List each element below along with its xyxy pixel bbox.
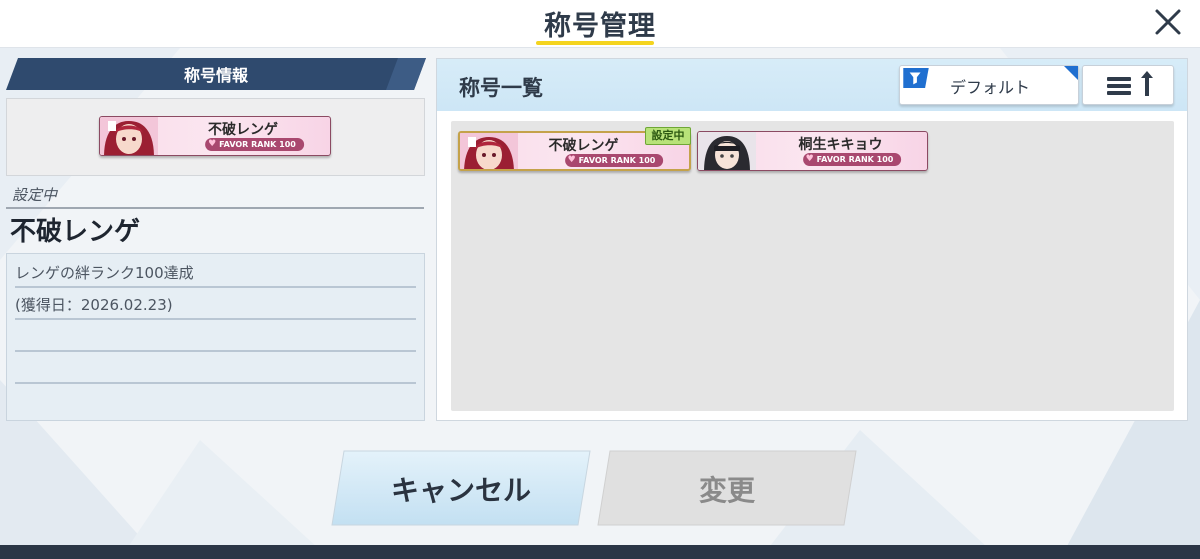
sort-icon	[1107, 71, 1153, 96]
corner-marker	[1064, 66, 1078, 80]
current-title-name: 不破レンゲ	[10, 217, 141, 247]
sort-button[interactable]	[1082, 65, 1174, 105]
change-button[interactable]: 変更	[596, 449, 858, 527]
title-preview-box: 不破レンゲ ♥ FAVOR RANK 100	[6, 98, 425, 176]
title-list-area: 不破レンゲ ♥ FAVOR RANK 100 桐生キキョウ ♥ FAVOR RA…	[451, 121, 1174, 411]
header-bar: 称号管理	[0, 0, 1200, 48]
description-line: レンゲの絆ランク100達成	[15, 256, 416, 288]
filter-button[interactable]: デフォルト	[899, 65, 1079, 105]
page-title: 称号管理	[544, 11, 656, 42]
title-info-label: 称号情報	[183, 66, 248, 85]
filter-label: デフォルト	[950, 78, 1031, 97]
filter-icon	[903, 68, 929, 88]
character-portrait-icon	[460, 133, 518, 169]
title-description-box: レンゲの絆ランク100達成 (獲得日：2026.02.23)	[6, 253, 425, 421]
character-portrait-icon	[698, 132, 756, 170]
close-icon	[1155, 9, 1181, 35]
title-info-heading: 称号情報	[6, 58, 426, 90]
cancel-label: キャンセル	[390, 474, 531, 507]
title-plate[interactable]: 桐生キキョウ ♥ FAVOR RANK 100	[697, 131, 928, 171]
cancel-button[interactable]: キャンセル	[330, 449, 592, 527]
heart-icon: ♥	[805, 154, 814, 164]
equipped-badge: 設定中	[645, 127, 691, 145]
description-line	[15, 352, 416, 384]
plate-rank: ♥ FAVOR RANK 100	[802, 153, 902, 166]
character-portrait-icon	[100, 117, 158, 155]
plate-rank: ♥ FAVOR RANK 100	[564, 154, 664, 167]
title-list-header: 称号一覧 デフォルト	[437, 59, 1187, 111]
preview-plate-name: 不破レンゲ	[208, 122, 278, 138]
title-list-panel: 称号一覧 デフォルト 不破レンゲ ♥ FAVOR RANK 100 桐生キキョウ…	[436, 58, 1188, 421]
preview-plate-rank: ♥ FAVOR RANK 100	[205, 138, 304, 151]
title-underline	[536, 41, 654, 45]
current-setting-label: 設定中	[12, 186, 58, 204]
plate-name: 桐生キキョウ	[798, 137, 883, 153]
description-line: (獲得日：2026.02.23)	[15, 288, 416, 320]
close-button[interactable]	[1150, 4, 1186, 40]
divider	[6, 207, 424, 209]
change-label: 変更	[698, 474, 755, 507]
plate-name: 不破レンゲ	[548, 138, 619, 154]
title-list-heading: 称号一覧	[459, 76, 543, 100]
description-line	[15, 320, 416, 352]
heart-icon: ♥	[567, 155, 576, 165]
heart-icon: ♥	[208, 139, 217, 149]
preview-title-plate: 不破レンゲ ♥ FAVOR RANK 100	[99, 116, 331, 156]
